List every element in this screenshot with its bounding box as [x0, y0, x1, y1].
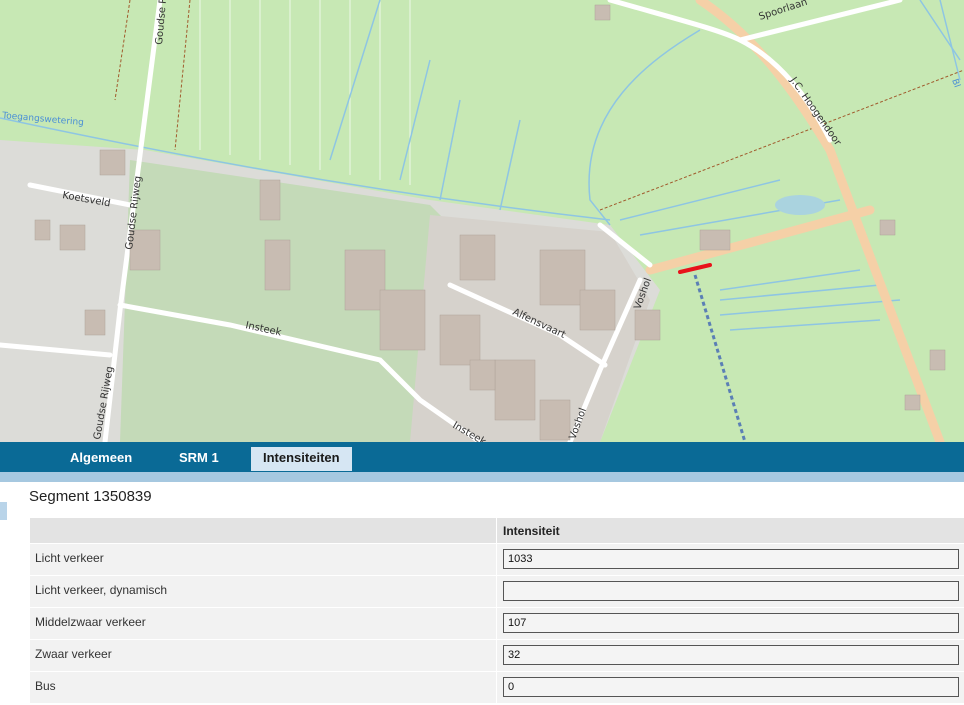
- tab-algemeen[interactable]: Algemeen: [58, 447, 144, 471]
- table-row: Licht verkeer, dynamisch: [30, 576, 964, 608]
- tab-intensiteiten[interactable]: Intensiteiten: [251, 447, 352, 471]
- zwaar-verkeer-field[interactable]: 32: [503, 645, 959, 665]
- column-divider: [496, 576, 497, 607]
- tab-bar-underline: [0, 472, 964, 482]
- row-label-licht-verkeer: Licht verkeer: [35, 551, 104, 565]
- table-row: Bus 0: [30, 672, 964, 704]
- row-label-middelzwaar-verkeer: Middelzwaar verkeer: [35, 615, 146, 629]
- table-row: Middelzwaar verkeer 107: [30, 608, 964, 640]
- segment-title: Segment 1350839: [29, 488, 152, 505]
- map-view[interactable]: Goudse Rijp Goudse Rijweg Goudse Rijweg …: [0, 0, 964, 442]
- map-pond: [775, 195, 825, 215]
- licht-verkeer-dynamisch-field[interactable]: [503, 581, 959, 601]
- table-row: Zwaar verkeer 32: [30, 640, 964, 672]
- licht-verkeer-field[interactable]: 1033: [503, 549, 959, 569]
- column-divider: [496, 518, 497, 543]
- tab-srm1[interactable]: SRM 1: [167, 447, 231, 471]
- column-divider: [496, 640, 497, 671]
- map-canvas[interactable]: Goudse Rijp Goudse Rijweg Goudse Rijweg …: [0, 0, 964, 442]
- table-header-row: Intensiteit: [30, 518, 964, 544]
- table-row: Licht verkeer 1033: [30, 544, 964, 576]
- segment-panel: Segment 1350839 Intensiteit Licht verkee…: [0, 482, 964, 705]
- bus-field[interactable]: 0: [503, 677, 959, 697]
- column-header-intensiteit: Intensiteit: [503, 524, 560, 538]
- middelzwaar-verkeer-field[interactable]: 107: [503, 613, 959, 633]
- column-divider: [496, 608, 497, 639]
- panel-scroll-indicator: [0, 502, 7, 520]
- row-label-zwaar-verkeer: Zwaar verkeer: [35, 647, 112, 661]
- column-divider: [496, 544, 497, 575]
- row-label-bus: Bus: [35, 679, 56, 693]
- column-divider: [496, 672, 497, 703]
- row-label-licht-verkeer-dynamisch: Licht verkeer, dynamisch: [35, 583, 168, 597]
- intensity-table: Intensiteit Licht verkeer 1033 Licht ver…: [30, 518, 964, 704]
